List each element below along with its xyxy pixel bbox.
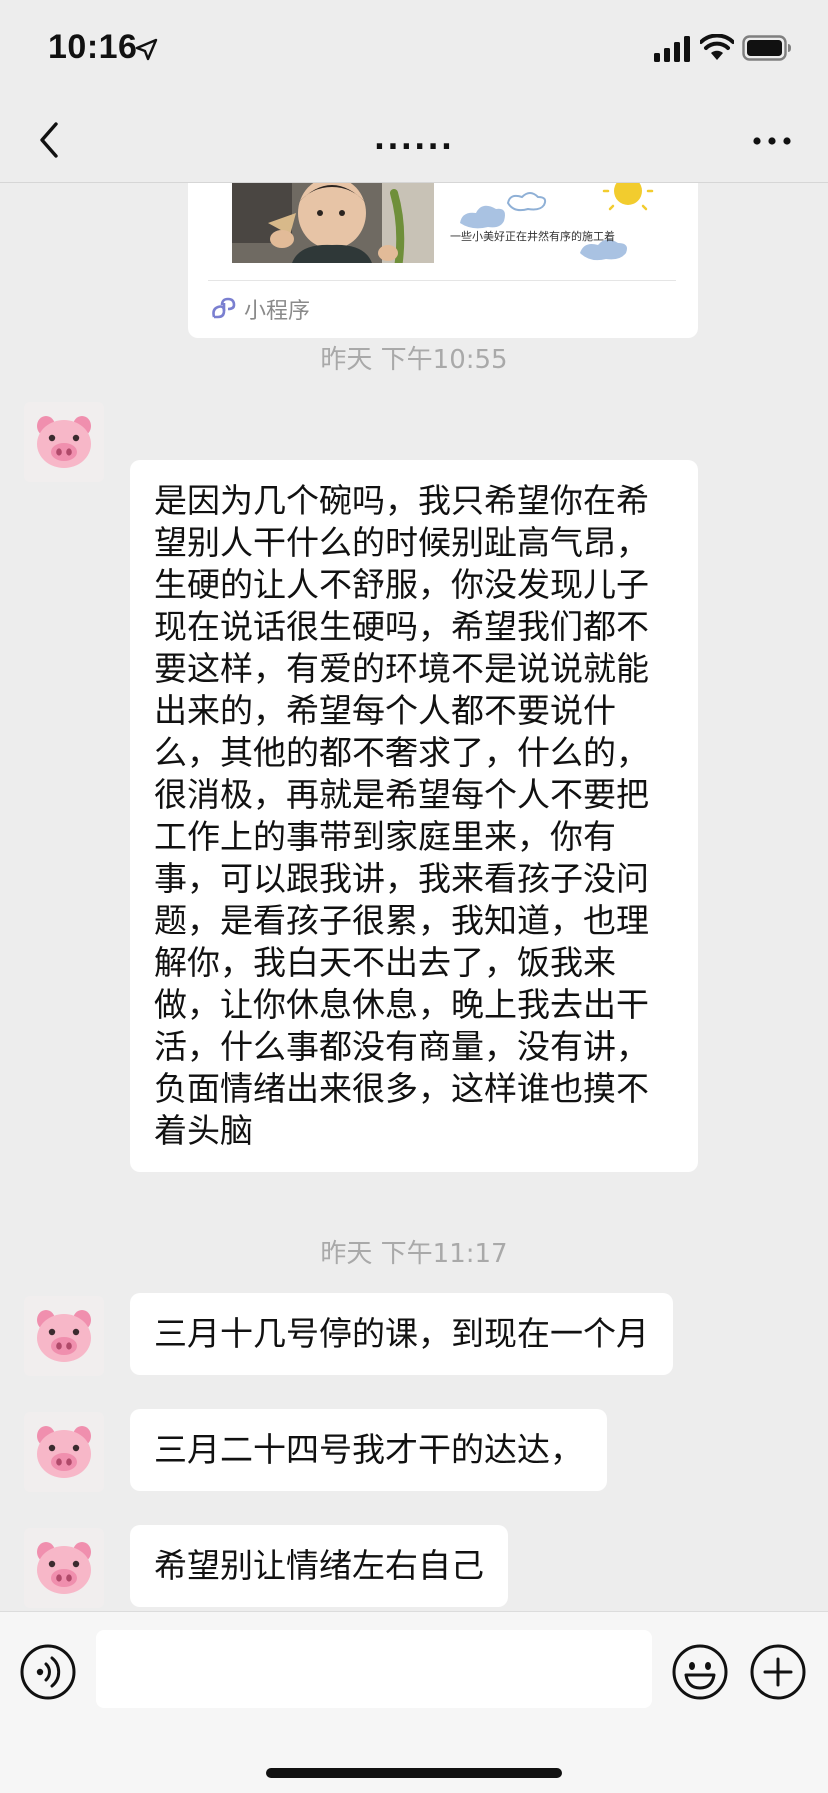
mini-program-card[interactable]: 一些小美好正在井然有序的施工着 小程序 [188,183,698,338]
signal-icon [654,36,690,62]
pig-face-icon [37,1542,91,1594]
chat-area[interactable]: 一些小美好正在井然有序的施工着 小程序 昨天 下午10:55 是因为几个碗吗，我… [0,183,828,1611]
nav-bar: ...... [0,100,828,183]
message-input[interactable] [96,1630,652,1708]
pig-face-icon [37,1426,91,1478]
card-divider [208,280,676,281]
cartoon-sun-cloud-art: 一些小美好正在井然有序的施工着 [450,183,660,273]
chevron-left-icon [40,122,58,158]
more-options-button[interactable] [742,116,802,166]
message-bubble[interactable]: 三月十几号停的课，到现在一个月 [130,1293,673,1375]
battery-icon [742,35,791,61]
art-caption: 一些小美好正在井然有序的施工着 [450,229,615,243]
status-bar: 10:16 [0,0,828,100]
wifi-icon [700,34,734,60]
avatar[interactable] [24,1296,104,1376]
input-bar [0,1611,828,1793]
avatar[interactable] [24,402,104,482]
status-time: 10:16 [48,28,138,66]
voice-icon[interactable] [18,1642,78,1702]
more-dots-icon [753,137,791,145]
mini-program-label: 小程序 [244,299,311,324]
message-text: 希望别让情绪左右自己 [154,1546,484,1585]
avatar[interactable] [24,1412,104,1492]
message-text: 是因为几个碗吗，我只希望你在希 望别人干什么的时候别趾高气昂， 生硬的让人不舒服… [154,481,649,1150]
message-bubble[interactable]: 希望别让情绪左右自己 [130,1525,508,1607]
message-text: 三月十几号停的课，到现在一个月 [154,1314,649,1353]
home-indicator [266,1768,562,1778]
timestamp: 昨天 下午11:17 [320,1239,508,1269]
location-arrow-icon [135,38,158,61]
child-photo [232,183,434,263]
pig-face-icon [37,1310,91,1362]
message-bubble[interactable]: 三月二十四号我才干的达达， [130,1409,607,1491]
timestamp: 昨天 下午10:55 [320,345,508,375]
message-text: 三月二十四号我才干的达达， [154,1430,583,1469]
mini-program-icon [212,297,236,319]
back-button[interactable] [20,110,80,170]
pig-face-icon [37,416,91,468]
avatar[interactable] [24,1528,104,1608]
message-bubble[interactable]: 是因为几个碗吗，我只希望你在希 望别人干什么的时候别趾高气昂， 生硬的让人不舒服… [130,460,698,1172]
chat-title: ...... [373,122,455,157]
emoji-icon[interactable] [670,1642,730,1702]
plus-icon[interactable] [748,1642,808,1702]
